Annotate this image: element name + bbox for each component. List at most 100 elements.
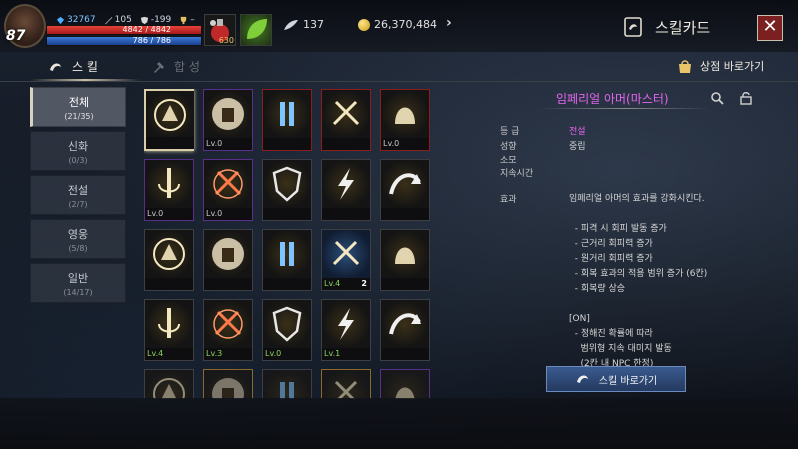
mp-bar: 786 / 786 xyxy=(46,36,202,46)
helmet-skill-icon xyxy=(381,90,429,138)
category-count: (5/8) xyxy=(68,244,88,253)
skill-card[interactable] xyxy=(321,159,371,221)
crystal-stat: 32767 xyxy=(56,15,96,25)
effect-text: 임페리얼 아머의 효과를 강화시킨다. - 피격 시 회피 발동 증가 - 근거… xyxy=(569,194,708,369)
round-skill-icon xyxy=(204,370,252,399)
tab-synth[interactable]: 합 성 xyxy=(152,58,200,75)
card-level xyxy=(322,138,370,150)
skill-card[interactable] xyxy=(262,369,312,399)
chevron-right-icon[interactable]: › xyxy=(446,15,452,31)
lock-icon[interactable] xyxy=(740,91,752,105)
crystal-icon xyxy=(56,16,65,24)
skill-card[interactable] xyxy=(380,229,430,291)
blue-glyph-skill-icon xyxy=(322,230,370,278)
card-level: Lv.4 xyxy=(145,348,193,360)
skill-card[interactable] xyxy=(380,299,430,361)
grade-value: 전설 xyxy=(569,127,586,137)
shop-shortcut-button[interactable]: 상점 바로가기 xyxy=(676,58,764,74)
card-level xyxy=(263,208,311,220)
skill-card[interactable]: Lv.1 xyxy=(321,299,371,361)
sword-skill-icon xyxy=(145,160,193,208)
feather-value: 137 xyxy=(303,18,324,31)
arc-arrow-skill-icon xyxy=(381,160,429,208)
spark-wing-skill-icon xyxy=(204,300,252,348)
skill-card[interactable]: Lv.0 xyxy=(203,89,253,151)
skill-card[interactable] xyxy=(380,369,430,399)
anvil-skill-icon xyxy=(204,230,252,278)
trophy-icon xyxy=(181,16,187,24)
attack-value: 105 xyxy=(114,15,132,25)
card-level xyxy=(263,138,311,150)
buff-slot[interactable] xyxy=(240,14,272,46)
blue-pillar-skill-icon xyxy=(263,230,311,278)
ankh-skill-icon xyxy=(145,300,193,348)
skill-card[interactable]: Lv.4 xyxy=(144,299,194,361)
card-level: Lv.0 xyxy=(263,348,311,360)
red-flame-skill-icon xyxy=(322,370,370,399)
tab-bar: 스 킬 합 성 상점 바로가기 xyxy=(0,52,798,82)
crystal-value: 32767 xyxy=(67,15,96,25)
card-level: Lv.3 xyxy=(204,348,252,360)
flame-swords-skill-icon xyxy=(204,160,252,208)
go-to-skill-label: 스킬 바로가기 xyxy=(598,375,658,387)
skill-card[interactable] xyxy=(380,159,430,221)
skill-card[interactable] xyxy=(262,229,312,291)
bottom-shade xyxy=(0,398,798,449)
category-item[interactable]: 일반 (14/17) xyxy=(30,263,126,303)
skill-card[interactable] xyxy=(321,369,371,399)
card-level: Lv.1 xyxy=(322,348,370,360)
skill-card[interactable]: Lv.0 xyxy=(262,299,312,361)
alignment-label: 성향 xyxy=(500,142,517,152)
player-level: 87 xyxy=(6,28,26,44)
skill-card[interactable] xyxy=(144,369,194,399)
feather-icon xyxy=(284,19,298,30)
card-count: 2 xyxy=(361,279,367,288)
gold-value: 26,370,484 xyxy=(374,18,437,31)
chevron-rank-skill-icon xyxy=(322,300,370,348)
attack-stat: 105 xyxy=(104,15,132,25)
tab-underline xyxy=(30,79,140,81)
card-level xyxy=(263,278,311,290)
category-count: (14/17) xyxy=(63,288,93,297)
sword-icon xyxy=(104,16,112,24)
skill-card[interactable]: Lv.3 xyxy=(203,299,253,361)
category-item[interactable]: 영웅 (5/8) xyxy=(30,219,126,259)
lightning-skill-icon xyxy=(322,160,370,208)
tab-synth-label: 합 성 xyxy=(174,60,200,74)
skill-card[interactable] xyxy=(144,229,194,291)
blue-arrows-skill-icon xyxy=(145,370,193,399)
category-count: (2/7) xyxy=(68,200,88,209)
category-name: 전체 xyxy=(68,96,90,109)
skill-card[interactable] xyxy=(144,89,194,151)
go-to-skill-button[interactable]: 스킬 바로가기 xyxy=(546,366,686,392)
burst-skill-icon xyxy=(145,230,193,278)
close-button[interactable]: ✕ xyxy=(757,15,783,41)
page-title: 스킬카드 xyxy=(655,19,711,37)
category-name: 일반 xyxy=(67,272,89,285)
leaf-icon xyxy=(247,19,267,39)
category-item[interactable]: 신화 (0/3) xyxy=(30,131,126,171)
shield-icon xyxy=(140,16,148,24)
skill-card[interactable] xyxy=(203,369,253,399)
category-name: 신화 xyxy=(67,140,89,153)
skill-card[interactable] xyxy=(203,229,253,291)
search-icon[interactable] xyxy=(710,91,724,105)
skill-card[interactable] xyxy=(321,89,371,151)
tab-skill[interactable]: 스 킬 xyxy=(48,58,98,75)
skill-card[interactable]: Lv.0 xyxy=(144,159,194,221)
alignment-value: 중립 xyxy=(569,142,586,152)
swirl-icon xyxy=(576,375,588,383)
category-item[interactable]: 전설 (2/7) xyxy=(30,175,126,215)
category-item[interactable]: 전체 (21/35) xyxy=(30,87,126,127)
skill-card[interactable] xyxy=(262,159,312,221)
card-level xyxy=(322,208,370,220)
feather-currency: 137 xyxy=(283,18,324,31)
category-name: 전설 xyxy=(67,184,89,197)
skill-card[interactable]: Lv.0 xyxy=(203,159,253,221)
shield-skill-icon xyxy=(263,160,311,208)
target-skill-icon xyxy=(381,230,429,278)
skill-card[interactable] xyxy=(262,89,312,151)
skill-card[interactable]: Lv.0 xyxy=(380,89,430,151)
skill-card[interactable]: Lv.4 2 xyxy=(321,229,371,291)
potion-slot[interactable]: 630 xyxy=(204,14,236,46)
